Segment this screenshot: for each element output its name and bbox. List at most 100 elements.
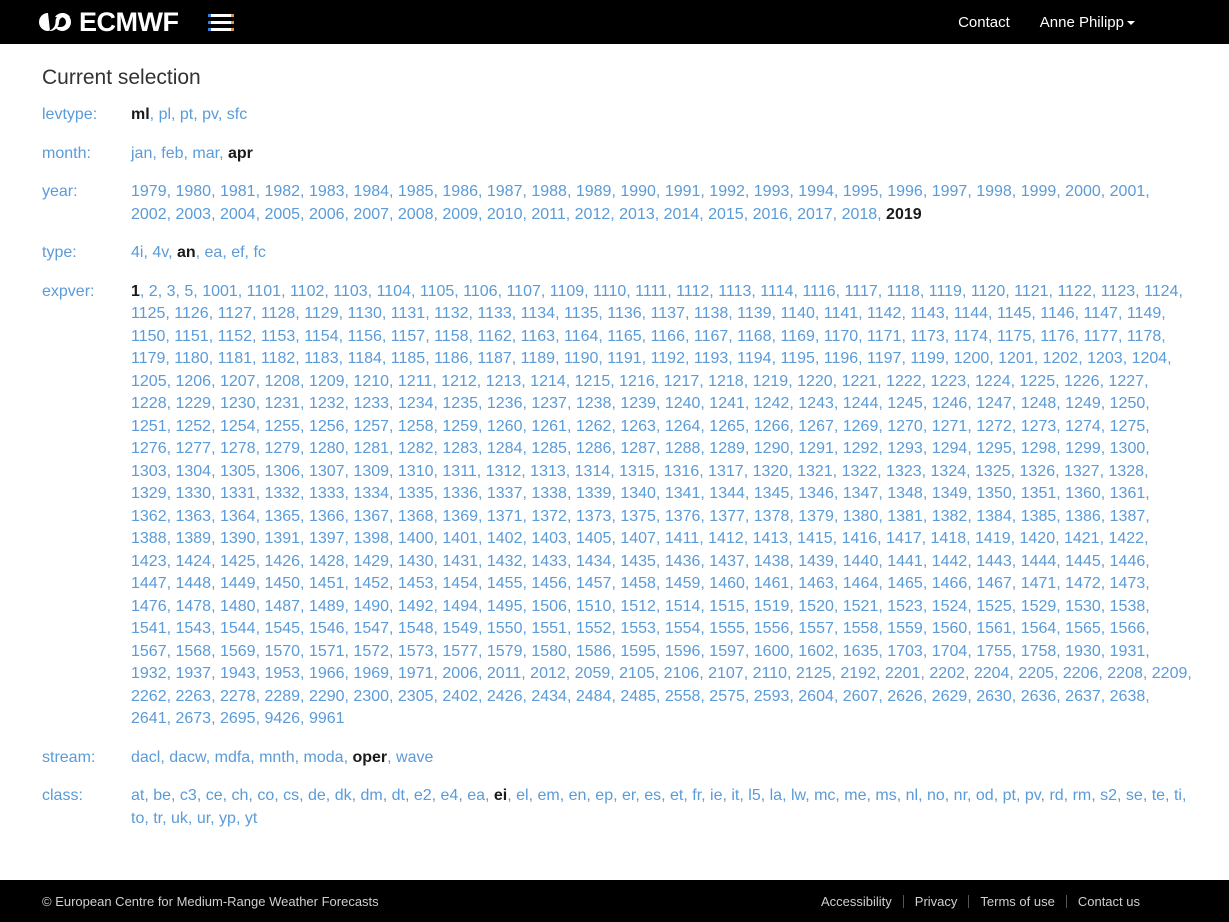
selection-value[interactable]: 1364 [220, 508, 256, 525]
selection-value[interactable]: ea [205, 244, 223, 261]
selection-value[interactable]: 1245 [887, 395, 923, 412]
selection-value[interactable]: nr [954, 787, 967, 804]
selection-value[interactable]: 1566 [1110, 620, 1146, 637]
selection-value[interactable]: 2262 [131, 688, 167, 705]
selection-value[interactable]: 1555 [709, 620, 745, 637]
selection-value[interactable]: 1163 [521, 328, 555, 345]
selection-value[interactable]: 2 [149, 283, 158, 300]
selection-value[interactable]: 1982 [264, 183, 300, 200]
selection-value[interactable]: 1323 [886, 463, 922, 480]
selection-value[interactable]: 1149 [1127, 305, 1161, 322]
selection-value[interactable]: 1435 [620, 553, 656, 570]
selection-value[interactable]: 2110 [753, 665, 787, 682]
selection-value[interactable]: 1249 [1065, 395, 1101, 412]
selection-value[interactable]: 1116 [802, 283, 835, 300]
selection-value[interactable]: 1267 [798, 418, 834, 435]
selection-value-selected[interactable]: an [177, 244, 196, 261]
selection-value[interactable]: 1170 [824, 328, 858, 345]
selection-value[interactable]: 1320 [753, 463, 789, 480]
selection-value[interactable]: 1276 [131, 440, 167, 457]
selection-value[interactable]: 1372 [531, 508, 567, 525]
selection-value[interactable]: 1543 [175, 620, 211, 637]
selection-value[interactable]: 2204 [974, 665, 1010, 682]
selection-value[interactable]: 1110 [593, 283, 626, 300]
selection-value[interactable]: 1348 [887, 485, 923, 502]
selection-value[interactable]: 1344 [709, 485, 745, 502]
selection-value[interactable]: 1464 [843, 575, 879, 592]
selection-value[interactable]: 1201 [998, 350, 1034, 367]
selection-value[interactable]: 1192 [651, 350, 685, 367]
selection-value[interactable]: 1403 [531, 530, 567, 547]
selection-value[interactable]: 1214 [530, 373, 566, 390]
selection-value[interactable]: 1376 [665, 508, 701, 525]
selection-value[interactable]: 1373 [576, 508, 612, 525]
selection-value[interactable]: 1367 [353, 508, 389, 525]
selection-value[interactable]: 1329 [131, 485, 167, 502]
selection-value[interactable]: yp [219, 810, 236, 827]
selection-value[interactable]: 1577 [442, 643, 478, 660]
selection-value[interactable]: 1423 [131, 553, 167, 570]
selection-value[interactable]: 1388 [131, 530, 167, 547]
selection-value[interactable]: 1346 [798, 485, 834, 502]
selection-value[interactable]: 1196 [824, 350, 858, 367]
selection-value[interactable]: ef [231, 244, 244, 261]
selection-value[interactable]: 1126 [174, 305, 208, 322]
selection-value[interactable]: tr [153, 810, 162, 827]
selection-value[interactable]: 1233 [353, 395, 389, 412]
selection-value[interactable]: 1186 [434, 350, 468, 367]
selection-value[interactable]: 2202 [929, 665, 965, 682]
selection-value[interactable]: 1332 [264, 485, 300, 502]
selection-value[interactable]: 1235 [442, 395, 478, 412]
selection-value[interactable]: 1987 [487, 183, 523, 200]
selection-value[interactable]: 1265 [709, 418, 745, 435]
selection-value[interactable]: 1208 [264, 373, 300, 390]
selection-value[interactable]: 1440 [843, 553, 879, 570]
selection-value[interactable]: 1232 [309, 395, 345, 412]
selection-value[interactable]: 1382 [932, 508, 968, 525]
selection-key-levtype[interactable]: levtype [42, 106, 93, 123]
selection-value[interactable]: 1371 [487, 508, 523, 525]
selection-value[interactable]: 1416 [842, 530, 878, 547]
selection-value-selected[interactable]: ei [494, 787, 507, 804]
selection-value[interactable]: 1704 [932, 643, 968, 660]
selection-value[interactable]: 1272 [976, 418, 1012, 435]
selection-value[interactable]: 1755 [976, 643, 1012, 660]
selection-value[interactable]: 1412 [708, 530, 744, 547]
selection-value[interactable]: 1981 [220, 183, 256, 200]
selection-value[interactable]: 1378 [754, 508, 790, 525]
selection-value[interactable]: wave [396, 749, 433, 766]
selection-value[interactable]: 1264 [665, 418, 701, 435]
selection-value[interactable]: 1456 [531, 575, 567, 592]
selection-value[interactable]: 1240 [665, 395, 701, 412]
selection-value[interactable]: 1294 [932, 440, 968, 457]
selection-value[interactable]: 2015 [708, 206, 744, 223]
selection-value[interactable]: 1277 [175, 440, 211, 457]
selection-value[interactable]: uk [171, 810, 188, 827]
selection-value[interactable]: 1472 [1065, 575, 1101, 592]
selection-value[interactable]: fc [253, 244, 265, 261]
selection-value[interactable]: el [516, 787, 528, 804]
selection-value[interactable]: 1314 [575, 463, 611, 480]
selection-value[interactable]: 1567 [131, 643, 167, 660]
selection-value[interactable]: lw [791, 787, 805, 804]
selection-value[interactable]: ms [875, 787, 896, 804]
selection-value[interactable]: 1315 [619, 463, 655, 480]
selection-value[interactable]: rd [1049, 787, 1063, 804]
selection-value-selected[interactable]: oper [352, 749, 387, 766]
selection-value[interactable]: 1270 [887, 418, 923, 435]
selection-value[interactable]: 1334 [353, 485, 389, 502]
selection-value[interactable]: 1565 [1065, 620, 1101, 637]
selection-value[interactable]: 2575 [709, 688, 745, 705]
selection-value[interactable]: 1460 [709, 575, 745, 592]
selection-value[interactable]: 2558 [665, 688, 701, 705]
selection-value[interactable]: 1758 [1021, 643, 1057, 660]
selection-value[interactable]: 1991 [665, 183, 701, 200]
selection-value[interactable]: 1986 [442, 183, 478, 200]
selection-value[interactable]: 1266 [754, 418, 790, 435]
selection-value[interactable]: 1524 [932, 598, 968, 615]
selection-value[interactable]: 1363 [175, 508, 211, 525]
selection-value[interactable]: 1157 [391, 328, 425, 345]
selection-value[interactable]: 2263 [175, 688, 211, 705]
selection-value[interactable]: 1152 [218, 328, 252, 345]
selection-value[interactable]: 2003 [175, 206, 211, 223]
